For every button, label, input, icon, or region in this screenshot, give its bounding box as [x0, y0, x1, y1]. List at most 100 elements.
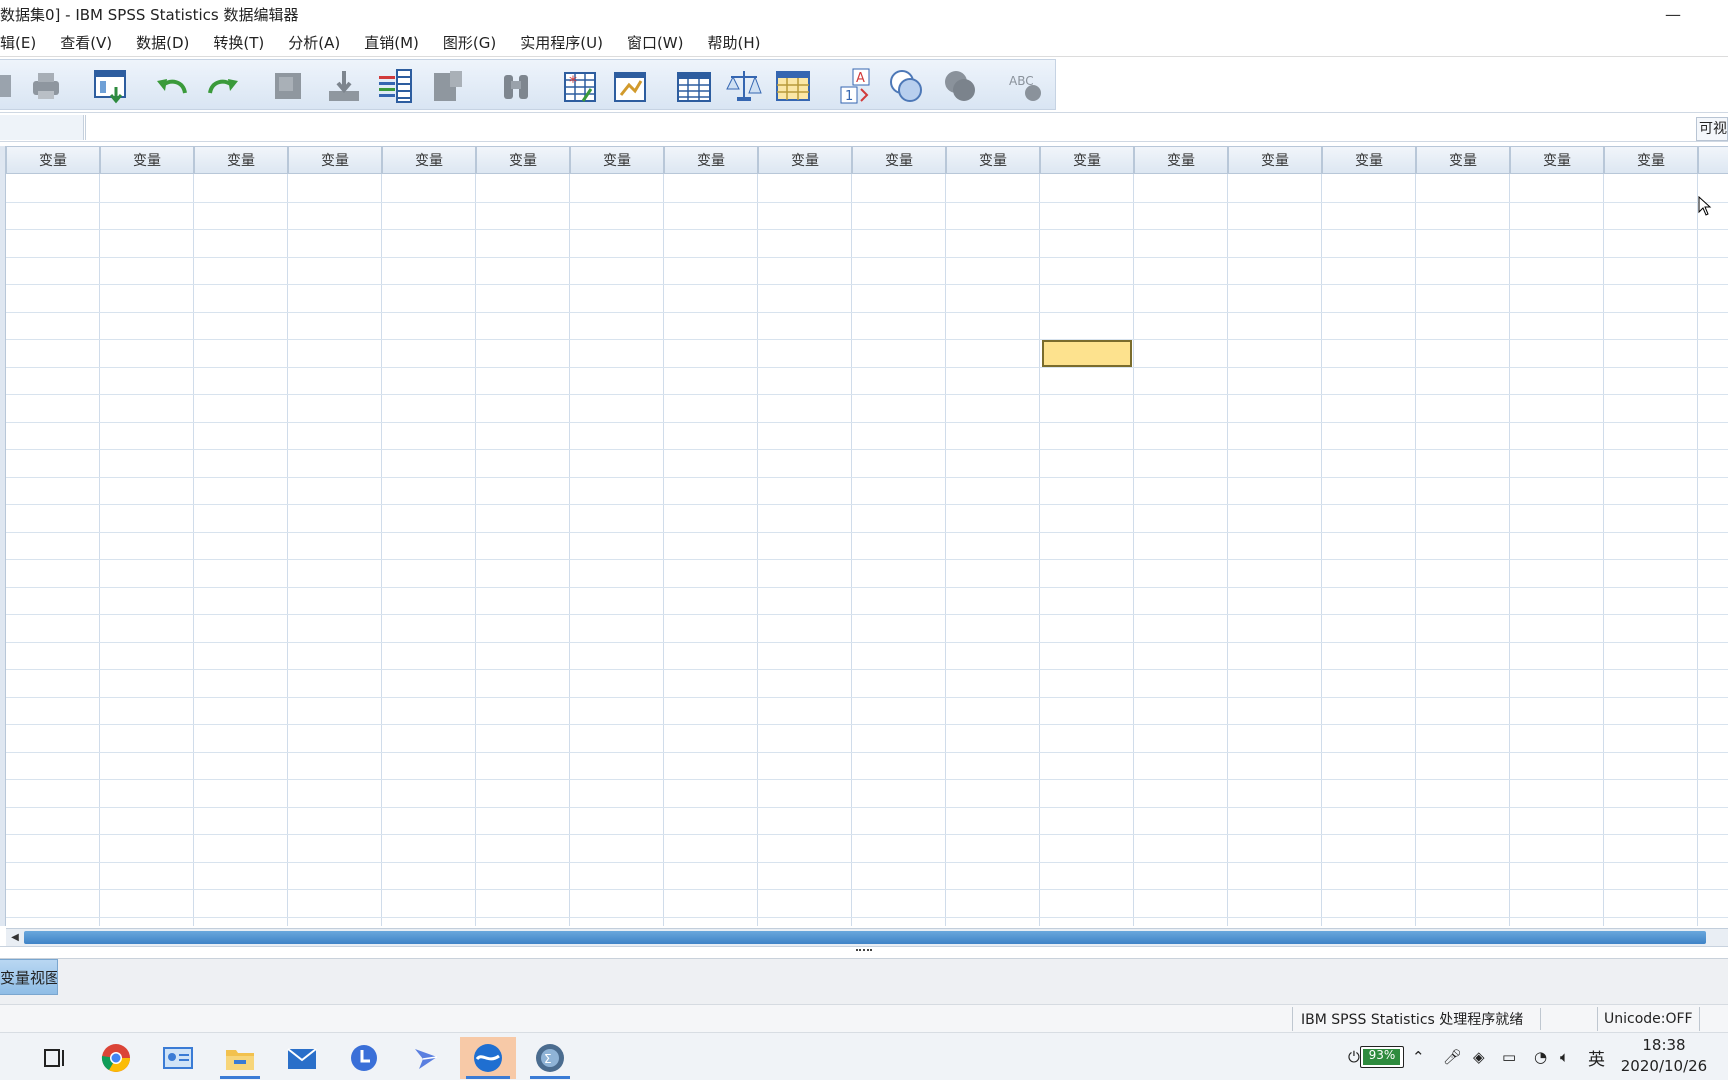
clock-app-icon[interactable]: [338, 1037, 390, 1079]
column-header[interactable]: 变量: [664, 146, 758, 174]
column-header[interactable]: 变量: [570, 146, 664, 174]
run-descriptives-icon[interactable]: [429, 66, 469, 106]
column-header[interactable]: 变量: [1416, 146, 1510, 174]
battery-indicator[interactable]: 93%: [1360, 1046, 1404, 1068]
column-header[interactable]: 变量: [1134, 146, 1228, 174]
svg-text:1: 1: [845, 89, 853, 104]
column-header[interactable]: 变量: [1228, 146, 1322, 174]
browser-app-icon[interactable]: [460, 1037, 516, 1079]
volume-icon[interactable]: 🔈︎: [1560, 1033, 1569, 1080]
menu-edit[interactable]: 辑(E): [0, 32, 48, 53]
column-header[interactable]: 变量: [382, 146, 476, 174]
menu-transform[interactable]: 转换(T): [201, 32, 276, 53]
microphone-icon[interactable]: 🎤︎: [1443, 1033, 1462, 1080]
grid-row-line: [6, 806, 1728, 808]
column-header[interactable]: 变量: [1510, 146, 1604, 174]
tab-variable-view[interactable]: 变量视图: [0, 959, 58, 995]
scrollbar-thumb[interactable]: [24, 931, 1706, 944]
column-header[interactable]: 变量: [1322, 146, 1416, 174]
weight-cases-icon[interactable]: [724, 66, 764, 106]
active-indicator: [466, 1076, 510, 1079]
grid-column-line: [99, 174, 100, 926]
grid-row-line: [6, 916, 1728, 918]
variables-icon[interactable]: [376, 66, 416, 106]
use-sets-icon[interactable]: [886, 66, 926, 106]
menu-help[interactable]: 帮助(H): [695, 32, 772, 53]
power-plug-icon[interactable]: ⏻: [1348, 1033, 1360, 1080]
split-file-icon[interactable]: [674, 66, 714, 106]
file-explorer-icon[interactable]: [214, 1037, 266, 1079]
column-header[interactable]: 变量: [288, 146, 382, 174]
grid-row-line: [6, 284, 1728, 285]
grid-row-line: [6, 641, 1728, 643]
cell-reference-box[interactable]: [0, 115, 84, 140]
recall-dialog-icon[interactable]: [91, 66, 131, 106]
grid-row-line: [6, 421, 1728, 423]
redo-icon[interactable]: [203, 66, 243, 106]
cell-value-input[interactable]: [85, 115, 1695, 140]
grid-row-line: [6, 476, 1728, 478]
grid-row-line: [6, 751, 1728, 753]
system-clock[interactable]: 18:38 2020/10/26: [1614, 1035, 1714, 1077]
row-header-strip[interactable]: [0, 146, 6, 926]
feishu-icon[interactable]: [400, 1037, 452, 1079]
mail-icon[interactable]: [276, 1037, 328, 1079]
menu-utilities[interactable]: 实用程序(U): [508, 32, 615, 53]
splitter-grip-icon[interactable]: [856, 949, 872, 953]
goto-case-icon[interactable]: [268, 66, 308, 106]
show-all-variables-icon[interactable]: [940, 66, 980, 106]
insert-variable-icon[interactable]: [610, 66, 650, 106]
spss-app-icon[interactable]: Σ: [524, 1037, 576, 1079]
spell-check-icon[interactable]: ABC: [1006, 66, 1046, 106]
grid-column-line: [287, 174, 288, 926]
grid-column-line: [663, 174, 664, 926]
menu-graphs[interactable]: 图形(G): [431, 32, 508, 53]
dropbox-icon[interactable]: ◈: [1473, 1033, 1485, 1080]
battery-tray-icon[interactable]: ▭: [1502, 1033, 1516, 1080]
cell-editor-row: 可视: [0, 112, 1728, 142]
column-header[interactable]: 变: [1698, 146, 1728, 174]
column-header[interactable]: 变量: [100, 146, 194, 174]
chevron-up-icon[interactable]: ⌃: [1412, 1033, 1425, 1080]
scroll-left-icon[interactable]: ◀: [6, 929, 24, 946]
data-grid[interactable]: 变量变量变量变量变量变量变量变量变量变量变量变量变量变量变量变量变量变量变: [0, 146, 1728, 926]
pane-splitter[interactable]: [0, 946, 1728, 958]
menu-view[interactable]: 查看(V): [48, 32, 124, 53]
grid-row-line: [6, 256, 1728, 258]
value-labels-icon[interactable]: A1: [836, 66, 876, 106]
active-cell[interactable]: [1042, 340, 1132, 367]
column-header[interactable]: 变量: [476, 146, 570, 174]
menu-data[interactable]: 数据(D): [124, 32, 201, 53]
undo-icon[interactable]: [152, 66, 192, 106]
unicode-status: Unicode:OFF: [1597, 1007, 1700, 1031]
column-header[interactable]: 变量: [852, 146, 946, 174]
find-icon[interactable]: [496, 66, 536, 106]
chrome-icon[interactable]: [90, 1037, 142, 1079]
column-header[interactable]: 变量: [194, 146, 288, 174]
column-header[interactable]: 变量: [1604, 146, 1698, 174]
grid-row-line: [6, 861, 1728, 863]
print-icon[interactable]: [26, 66, 66, 106]
menu-direct-marketing[interactable]: 直销(M): [352, 32, 431, 53]
select-cases-icon[interactable]: [773, 66, 813, 106]
grid-row-line: [6, 504, 1728, 505]
ime-indicator[interactable]: 英: [1588, 1033, 1605, 1080]
battery-percent: 93%: [1368, 1048, 1396, 1062]
insert-cases-icon[interactable]: *: [560, 66, 600, 106]
menu-analyze[interactable]: 分析(A): [276, 32, 352, 53]
minimize-button[interactable]: —: [1650, 0, 1696, 29]
column-header[interactable]: 变量: [758, 146, 852, 174]
contacts-icon[interactable]: [152, 1037, 204, 1079]
column-header[interactable]: 变量: [6, 146, 100, 174]
menu-window[interactable]: 窗口(W): [615, 32, 696, 53]
goto-variable-icon[interactable]: [324, 66, 364, 106]
grid-column-line: [1415, 174, 1416, 926]
column-header[interactable]: 变量: [946, 146, 1040, 174]
grid-column-line: [1227, 174, 1228, 926]
task-view-icon[interactable]: [28, 1037, 80, 1079]
column-header[interactable]: 变量: [1040, 146, 1134, 174]
save-icon[interactable]: [0, 66, 20, 106]
wifi-icon[interactable]: ◔: [1534, 1033, 1547, 1080]
toolbar-area: * A1 ABC: [0, 57, 1728, 112]
horizontal-scrollbar[interactable]: ◀: [6, 928, 1728, 946]
